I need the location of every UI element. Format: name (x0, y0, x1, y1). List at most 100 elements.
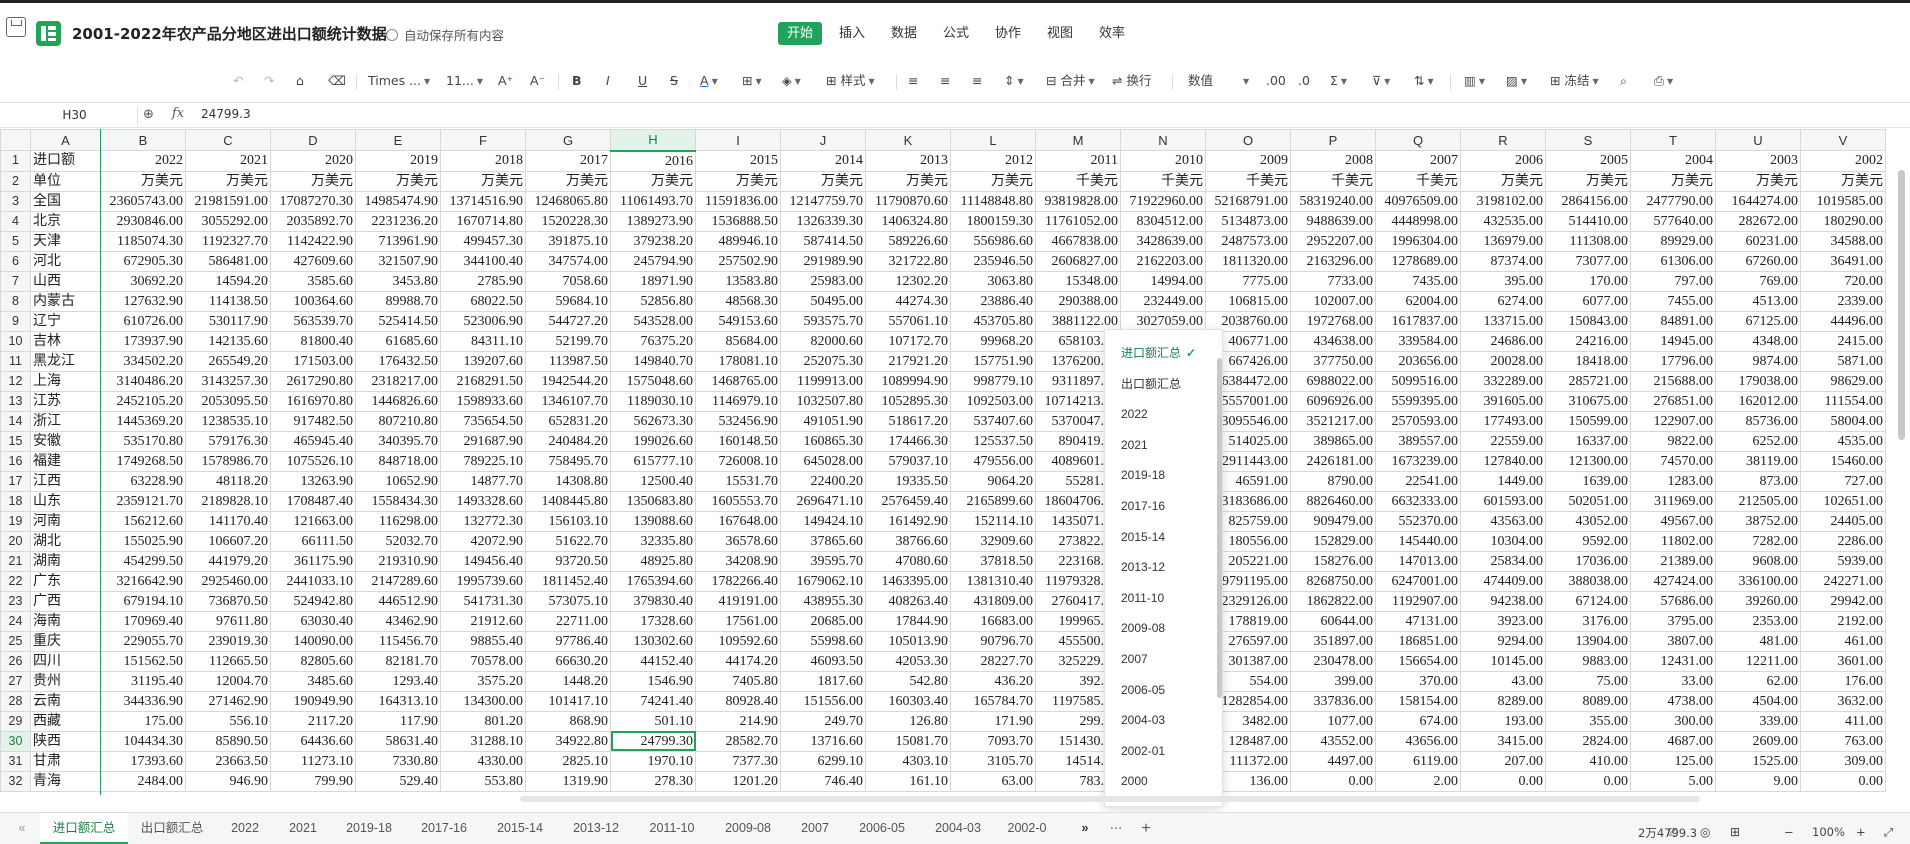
data-cell[interactable]: 60231.00 (1715, 230, 1801, 252)
data-cell[interactable]: 652831.20 (525, 410, 611, 432)
data-cell[interactable]: 千美元 (1120, 170, 1206, 192)
data-cell[interactable]: 18418.00 (1545, 350, 1631, 372)
data-cell[interactable]: 25834.00 (1460, 550, 1546, 572)
data-cell[interactable]: 2925460.00 (185, 570, 271, 592)
data-cell[interactable]: 332289.00 (1460, 370, 1546, 392)
data-cell[interactable]: 556.10 (185, 710, 271, 732)
data-cell[interactable]: 523006.90 (440, 310, 526, 332)
data-cell[interactable]: 801.20 (440, 710, 526, 732)
data-cell[interactable]: 1408445.80 (525, 490, 611, 512)
data-cell[interactable]: 98855.40 (440, 630, 526, 652)
sheet-tab[interactable]: 2013-12 (558, 813, 634, 844)
data-cell[interactable]: 97786.40 (525, 630, 611, 652)
data-cell[interactable]: 14994.00 (1120, 270, 1206, 292)
data-cell[interactable]: 158154.00 (1375, 690, 1461, 712)
data-cell[interactable]: 40976509.00 (1375, 190, 1461, 212)
data-cell[interactable]: 5939.00 (1800, 550, 1886, 572)
column-header-h[interactable]: H (610, 129, 696, 152)
data-cell[interactable]: 160865.30 (780, 430, 866, 452)
data-cell[interactable]: 6632333.00 (1375, 490, 1461, 512)
data-cell[interactable]: 427424.00 (1630, 570, 1716, 592)
data-cell[interactable]: 674.00 (1375, 710, 1461, 732)
data-cell[interactable]: 10304.00 (1460, 530, 1546, 552)
sheet-tab[interactable]: 2007 (786, 813, 844, 844)
data-cell[interactable]: 1995739.60 (440, 570, 526, 592)
data-cell[interactable]: 151562.50 (100, 650, 186, 672)
data-cell[interactable]: 763.00 (1800, 730, 1886, 752)
data-cell[interactable]: 34208.90 (695, 550, 781, 572)
data-cell[interactable]: 3063.80 (950, 270, 1036, 292)
data-cell[interactable]: 2005 (1545, 150, 1631, 172)
data-cell[interactable]: 370.00 (1375, 670, 1461, 692)
data-cell[interactable]: 1493328.60 (440, 490, 526, 512)
data-cell[interactable]: 43552.00 (1290, 730, 1376, 752)
data-cell[interactable]: 1381310.40 (950, 570, 1036, 592)
data-cell[interactable]: 17036.00 (1545, 550, 1631, 572)
data-cell[interactable]: 8826460.00 (1290, 490, 1376, 512)
data-cell[interactable]: 6247001.00 (1375, 570, 1461, 592)
data-cell[interactable]: 848718.00 (355, 450, 441, 472)
fullscreen-icon[interactable]: ⤢ (1884, 825, 1893, 840)
data-cell[interactable]: 4667838.00 (1035, 230, 1121, 252)
data-cell[interactable]: 36491.00 (1800, 250, 1886, 272)
column-header-q[interactable]: Q (1375, 129, 1461, 151)
data-cell[interactable]: 6252.00 (1715, 430, 1801, 452)
data-cell[interactable]: 2012 (950, 150, 1036, 172)
data-cell[interactable]: 530117.90 (185, 310, 271, 332)
data-cell[interactable]: 1449.00 (1460, 470, 1546, 492)
data-cell[interactable]: 81800.40 (270, 330, 356, 352)
redo-icon[interactable]: ↷ (264, 70, 274, 92)
data-cell[interactable]: 87374.00 (1460, 250, 1546, 272)
data-cell[interactable]: 136979.00 (1460, 230, 1546, 252)
data-cell[interactable]: 67124.00 (1545, 590, 1631, 612)
data-cell[interactable]: 12431.00 (1630, 650, 1716, 672)
data-cell[interactable]: 万美元 (355, 170, 441, 192)
data-cell[interactable]: 7093.70 (950, 730, 1036, 752)
align-center-icon[interactable]: ≡ (940, 70, 950, 92)
active-cell[interactable]: 24799.30 (610, 730, 696, 752)
data-cell[interactable]: 62.00 (1715, 670, 1801, 692)
row-header[interactable]: 26 (0, 650, 31, 672)
data-cell[interactable]: 1406324.80 (865, 210, 951, 232)
column-header-k[interactable]: K (865, 129, 951, 151)
data-cell[interactable]: 265549.20 (185, 350, 271, 372)
fill-color-icon[interactable]: ◈ ▼ (782, 70, 801, 92)
data-cell[interactable]: 万美元 (1545, 170, 1631, 192)
region-cell[interactable]: 内蒙古 (30, 290, 101, 312)
data-cell[interactable]: 76375.20 (610, 330, 696, 352)
data-cell[interactable]: 446512.90 (355, 590, 441, 612)
data-cell[interactable]: 10145.00 (1460, 650, 1546, 672)
data-cell[interactable]: 2009 (1205, 150, 1291, 172)
data-cell[interactable]: 千美元 (1035, 170, 1121, 192)
region-cell[interactable]: 山西 (30, 270, 101, 292)
row-header[interactable]: 7 (0, 270, 31, 292)
data-cell[interactable]: 万美元 (185, 170, 271, 192)
data-cell[interactable]: 239019.30 (185, 630, 271, 652)
data-cell[interactable]: 160148.50 (695, 430, 781, 452)
data-cell[interactable]: 2168291.50 (440, 370, 526, 392)
data-cell[interactable]: 17844.90 (865, 610, 951, 632)
data-cell[interactable]: 43656.00 (1375, 730, 1461, 752)
data-cell[interactable]: 271462.90 (185, 690, 271, 712)
menu-tab-collaborate[interactable]: 协作 (986, 22, 1030, 45)
dropdown-sheet-item[interactable]: 2017-16 (1121, 496, 1165, 516)
data-cell[interactable]: 252075.30 (780, 350, 866, 372)
data-cell[interactable]: 11273.10 (270, 750, 356, 772)
data-cell[interactable]: 164313.10 (355, 690, 441, 712)
data-cell[interactable]: 14985474.90 (355, 190, 441, 212)
data-cell[interactable]: 130302.60 (610, 630, 696, 652)
data-cell[interactable]: 321507.90 (355, 250, 441, 272)
data-cell[interactable]: 22711.00 (525, 610, 611, 632)
dropdown-sheet-item[interactable]: 2006-05 (1121, 680, 1165, 700)
data-cell[interactable]: 1670714.80 (440, 210, 526, 232)
row-header[interactable]: 22 (0, 570, 31, 592)
data-cell[interactable]: 57686.00 (1630, 590, 1716, 612)
data-cell[interactable]: 62004.00 (1375, 290, 1461, 312)
data-cell[interactable]: 93819828.00 (1035, 190, 1121, 212)
data-cell[interactable]: 28582.70 (695, 730, 781, 752)
data-cell[interactable]: 155025.90 (100, 530, 186, 552)
row-header[interactable]: 10 (0, 330, 31, 352)
data-cell[interactable]: 11061493.70 (610, 190, 696, 212)
data-cell[interactable]: 43052.00 (1545, 510, 1631, 532)
data-cell[interactable]: 23663.50 (185, 750, 271, 772)
